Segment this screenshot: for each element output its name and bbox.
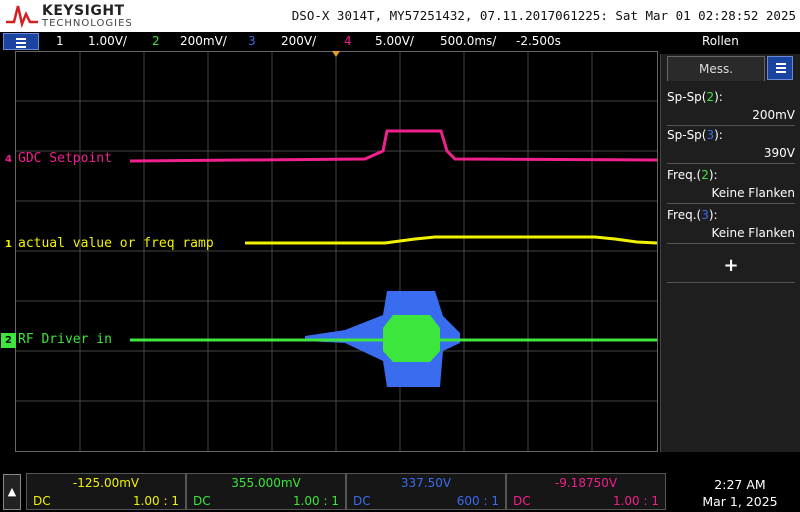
trigger-position-marker (332, 51, 340, 57)
clock-time: 2:27 AM (714, 477, 766, 492)
measurement-value: 200mV (752, 108, 795, 122)
measurement-item[interactable]: Freq.(2): Keine Flanken (667, 168, 795, 204)
ch2-scale[interactable]: 200mV/ (180, 34, 227, 48)
ch3-status-box[interactable]: 337.50V DC 600 : 1 (346, 473, 506, 510)
ch2-probe-ratio: 1.00 : 1 (292, 494, 339, 508)
ch4-trace (129, 129, 658, 163)
ch1-ground-marker[interactable]: 1 (1, 237, 16, 252)
measurement-item[interactable]: Sp-Sp(2): 200mV (667, 90, 795, 126)
ch4-scale[interactable]: 5.00V/ (375, 34, 414, 48)
timebase-scale[interactable]: 500.0ms/ (440, 34, 496, 48)
measurement-value: Keine Flanken (711, 186, 796, 200)
add-measurement-button[interactable]: + (667, 254, 795, 283)
ch2-coupling: DC (193, 494, 211, 508)
time-delay[interactable]: -2.500s (516, 34, 561, 48)
measurement-value: 390V (763, 146, 795, 160)
panel-menu-icon[interactable] (767, 56, 793, 80)
ch1-number[interactable]: 1 (56, 34, 64, 48)
brand-name: KEYSIGHT (42, 3, 125, 19)
clock-date: Mar 1, 2025 (702, 494, 778, 509)
waveform-graticule[interactable]: 4 1 2 GDC Setpoint actual value or freq … (1, 51, 658, 452)
ch1-scale[interactable]: 1.00V/ (88, 34, 127, 48)
ch2-number[interactable]: 2 (152, 34, 160, 48)
ch4-ground-marker[interactable]: 4 (1, 152, 16, 167)
measurement-name: Sp-Sp(3): (667, 128, 723, 142)
channel-scale-bar: 1 1.00V/ 2 200mV/ 3 200V/ 4 5.00V/ 500.0… (0, 32, 800, 51)
ch2-trace (383, 315, 440, 362)
ch3-scale[interactable]: 200V/ (281, 34, 316, 48)
ch4-status-box[interactable]: -9.18750V DC 1.00 : 1 (506, 473, 666, 510)
bottom-status-bar: ▲ -125.00mV DC 1.00 : 1 355.000mV DC 1.0… (0, 468, 800, 512)
header-bar: KEYSIGHT TECHNOLOGIES DSO-X 3014T, MY572… (0, 0, 800, 32)
acquisition-mode[interactable]: Rollen (702, 34, 739, 48)
ch1-probe-ratio: 1.00 : 1 (132, 494, 179, 508)
main-menu-button[interactable] (3, 33, 39, 50)
ch2-trace-label: RF Driver in (18, 332, 112, 347)
keysight-logo: KEYSIGHT TECHNOLOGIES (4, 2, 144, 30)
keysight-wave-icon (6, 5, 38, 29)
ch2-status-box[interactable]: 355.000mV DC 1.00 : 1 (186, 473, 346, 510)
instrument-info: DSO-X 3014T, MY57251432, 07.11.201706122… (291, 8, 796, 23)
up-arrow-icon[interactable]: ▲ (3, 474, 21, 510)
ch3-number[interactable]: 3 (248, 34, 256, 48)
measurement-panel: Mess. Sp-Sp(2): 200mV Sp-Sp(3): 390V Fre… (660, 54, 800, 452)
measurement-name: Freq.(3): (667, 208, 718, 222)
measurement-name: Sp-Sp(2): (667, 90, 723, 104)
ch4-trace-label: GDC Setpoint (18, 151, 112, 166)
ch4-coupling: DC (513, 494, 531, 508)
ch4-offset: -9.18750V (554, 476, 618, 490)
ch3-offset: 337.50V (400, 476, 452, 490)
ch2-offset: 355.000mV (231, 476, 301, 490)
measurement-value: Keine Flanken (711, 226, 796, 240)
ch1-coupling: DC (33, 494, 51, 508)
measurement-name: Freq.(2): (667, 168, 718, 182)
ch1-trace-label: actual value or freq ramp (18, 236, 214, 251)
brand-subtitle: TECHNOLOGIES (42, 18, 133, 29)
ch4-probe-ratio: 1.00 : 1 (612, 494, 659, 508)
measurement-item[interactable]: Freq.(3): Keine Flanken (667, 208, 795, 244)
ch3-coupling: DC (353, 494, 371, 508)
ch1-trace (245, 235, 658, 245)
ch3-probe-ratio: 600 : 1 (456, 494, 499, 508)
measurement-item[interactable]: Sp-Sp(3): 390V (667, 128, 795, 164)
ch1-status-box[interactable]: -125.00mV DC 1.00 : 1 (26, 473, 186, 510)
ch4-number[interactable]: 4 (344, 34, 352, 48)
clock-display: 2:27 AM Mar 1, 2025 (680, 476, 800, 510)
tab-measurements[interactable]: Mess. (667, 56, 765, 81)
ch2-ground-marker[interactable]: 2 (1, 333, 16, 348)
graticule-lines (16, 51, 658, 451)
ch1-offset: -125.00mV (72, 476, 140, 490)
